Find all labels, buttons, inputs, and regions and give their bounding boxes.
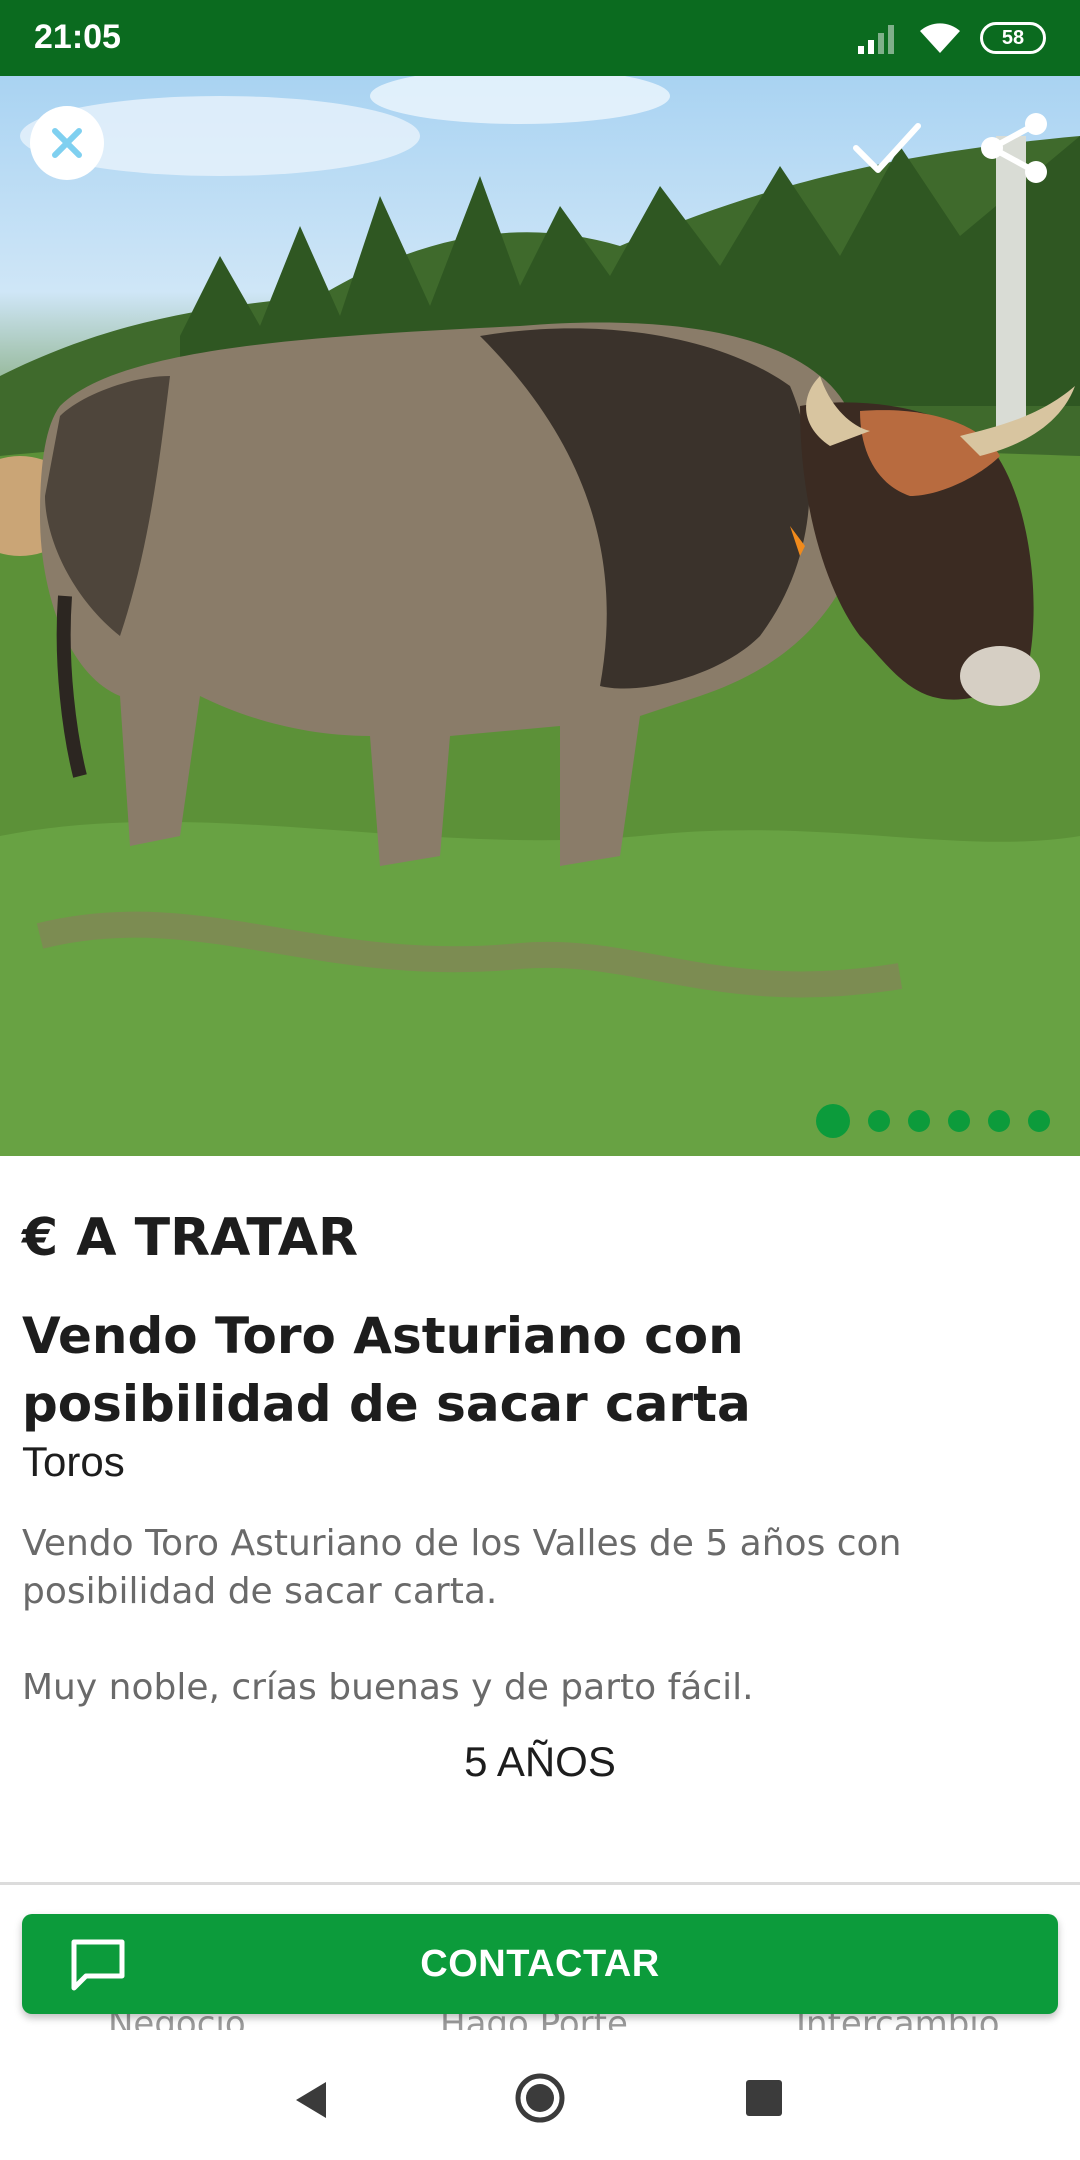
bull-photo: [0, 76, 1080, 1156]
carousel-dot[interactable]: [948, 1110, 970, 1132]
chat-icon: [71, 1939, 125, 1991]
battery-icon: 58: [980, 22, 1046, 54]
close-button[interactable]: [30, 106, 104, 180]
listing-category: Toros: [22, 1438, 125, 1485]
description-paragraph-1: Vendo Toro Asturiano de los Valles de 5 …: [22, 1523, 902, 1612]
recents-icon[interactable]: [746, 2080, 782, 2116]
carousel-dot[interactable]: [988, 1110, 1010, 1132]
battery-level: 58: [1001, 26, 1025, 49]
listing-age: 5 AÑOS: [464, 1738, 616, 1785]
carousel-dot[interactable]: [868, 1110, 890, 1132]
favorite-button[interactable]: [850, 112, 924, 186]
carousel-dot[interactable]: [908, 1110, 930, 1132]
wifi-icon: [920, 23, 960, 53]
listing-title: Vendo Toro Asturiano con posibilidad de …: [22, 1307, 751, 1433]
listing-photo[interactable]: [0, 76, 1080, 1156]
signal-icon: [858, 25, 894, 54]
carousel-dot[interactable]: [816, 1104, 850, 1138]
contact-label: CONTACTAR: [420, 1942, 660, 1985]
close-icon: [52, 128, 82, 158]
carousel-indicator: [816, 1104, 1050, 1138]
back-icon[interactable]: [290, 2078, 330, 2122]
status-time: 21:05: [34, 18, 121, 56]
share-button[interactable]: [976, 110, 1052, 186]
check-icon: [853, 123, 921, 173]
carousel-dot[interactable]: [1028, 1110, 1050, 1132]
description-paragraph-2: Muy noble, crías buenas y de parto fácil…: [22, 1667, 754, 1708]
contact-button[interactable]: CONTACTAR: [22, 1914, 1058, 2014]
status-icons: 58: [856, 18, 1046, 58]
navigation-bar: [0, 2030, 1080, 2160]
home-icon[interactable]: [514, 2072, 566, 2124]
listing-price: € A TRATAR: [22, 1208, 359, 1268]
status-bar: 21:05 58: [0, 0, 1080, 76]
listing-description: Vendo Toro Asturiano de los Valles de 5 …: [22, 1520, 1058, 1712]
divider: [0, 1882, 1080, 1885]
share-icon: [981, 113, 1047, 183]
